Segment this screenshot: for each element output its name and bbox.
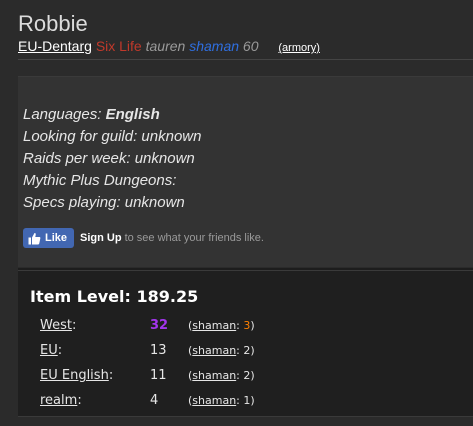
facebook-signup-link[interactable]: Sign Up <box>80 232 122 244</box>
character-subline: EU-Dentarg Six Life tauren shaman 60 (ar… <box>18 38 320 54</box>
armory-link[interactable]: (armory) <box>278 42 320 54</box>
character-class: shaman <box>189 38 240 54</box>
languages-line: Languages: English <box>23 104 201 126</box>
spec-rank-value: 3 <box>243 319 251 332</box>
table-row: EU: 13 (shaman: 2) <box>32 338 255 363</box>
facebook-like-button[interactable]: Like <box>23 228 75 248</box>
spec-link[interactable]: shaman <box>192 319 236 332</box>
table-row: realm: 4 (shaman: 1) <box>32 388 255 413</box>
spec-rank: (shaman: 2) <box>188 344 255 357</box>
spec-rank: (shaman: 2) <box>188 369 255 382</box>
spec-rank-value: 1 <box>243 394 251 407</box>
rank-scope-link[interactable]: EU <box>40 343 58 358</box>
rank-scope-link[interactable]: West <box>40 318 72 333</box>
rank-scope-label: EU English: <box>40 368 114 383</box>
header-divider <box>18 59 473 60</box>
spec-link[interactable]: shaman <box>192 369 236 382</box>
facebook-signup-text: to see what your friends like. <box>124 232 264 244</box>
rank-scope-link[interactable]: EU English <box>40 368 109 383</box>
rank-scope-label: realm: <box>40 393 82 408</box>
facebook-like-label: Like <box>45 232 68 244</box>
table-row: West: 32 (shaman: 3) <box>32 313 255 338</box>
realm-link[interactable]: EU-Dentarg <box>18 38 92 54</box>
item-level-panel: Item Level: 189.25 West: 32 (shaman: 3) … <box>18 270 473 417</box>
character-level: 60 <box>242 38 259 54</box>
rank-scope-label: EU: <box>40 343 63 358</box>
rank-scope-label: West: <box>40 318 77 333</box>
item-level-title: Item Level: 189.25 <box>30 287 199 306</box>
spec-rank-value: 2 <box>243 344 251 357</box>
specs-playing: Specs playing: unknown <box>23 194 185 211</box>
rank-value: 32 <box>150 318 169 333</box>
rank-value: 13 <box>150 343 167 358</box>
languages-value: English <box>105 106 160 123</box>
character-name: Robbie <box>18 11 88 36</box>
spec-link[interactable]: shaman <box>192 344 236 357</box>
languages-label: Languages: <box>23 106 106 123</box>
raids-per-week: Raids per week: unknown <box>23 150 195 167</box>
spec-link[interactable]: shaman <box>192 394 236 407</box>
table-row: EU English: 11 (shaman: 2) <box>32 363 255 388</box>
looking-for-guild: Looking for guild: unknown <box>23 128 202 145</box>
spec-rank: (shaman: 1) <box>188 394 255 407</box>
thumbs-up-icon <box>28 232 41 245</box>
rank-scope-link[interactable]: realm <box>40 393 77 408</box>
bottom-divider <box>18 416 473 417</box>
spec-rank-value: 2 <box>243 369 251 382</box>
facebook-like-widget: Like Sign Up to see what your friends li… <box>23 228 264 248</box>
guild-name: Six Life <box>95 38 142 54</box>
item-level-rankings: West: 32 (shaman: 3) EU: 13 (shaman: 2) … <box>32 313 255 413</box>
character-info-panel: Languages: English Looking for guild: un… <box>18 76 473 267</box>
character-race: tauren <box>145 38 186 54</box>
rank-value: 11 <box>150 368 167 383</box>
rank-value: 4 <box>150 393 159 408</box>
spec-rank: (shaman: 3) <box>188 319 255 332</box>
mythic-plus-dungeons: Mythic Plus Dungeons: <box>23 172 177 189</box>
